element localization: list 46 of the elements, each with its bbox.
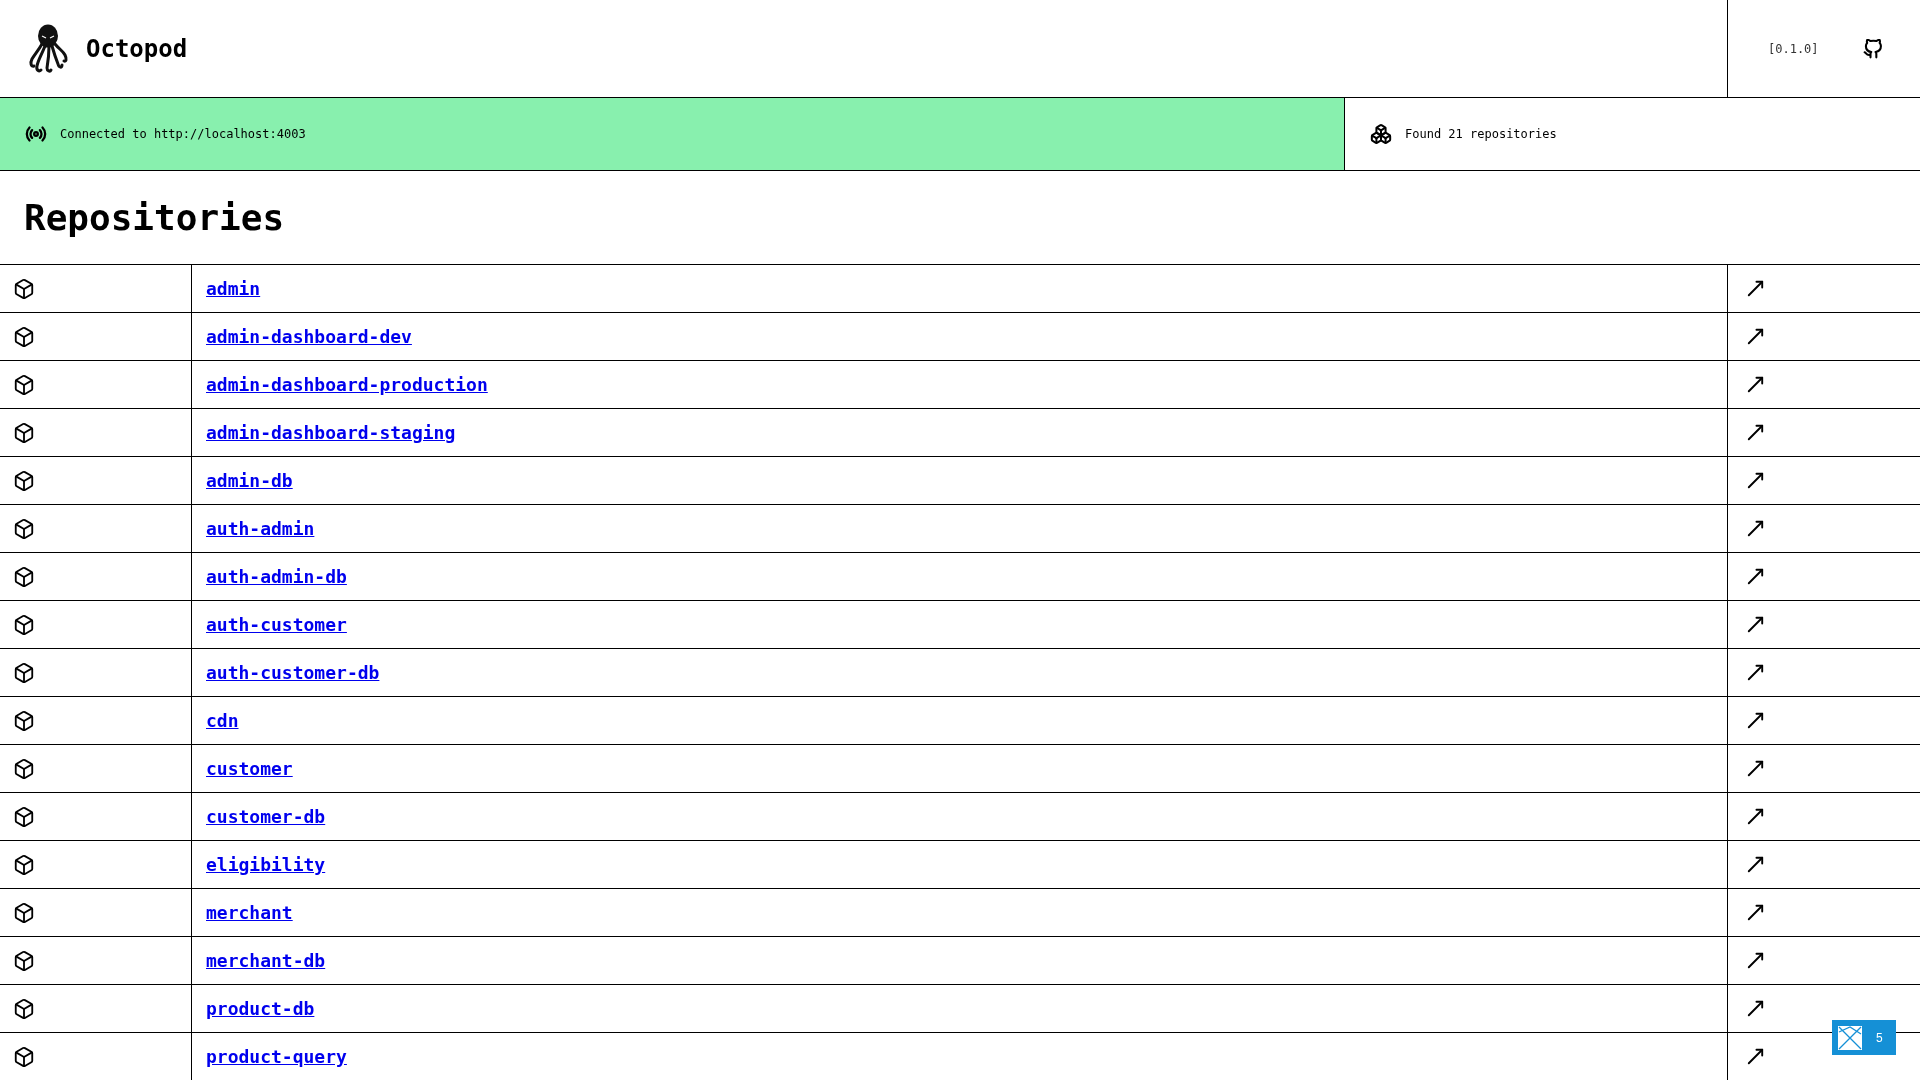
package-icon [13, 805, 35, 828]
package-icon [13, 325, 35, 348]
package-icon [13, 517, 35, 540]
package-icon [13, 709, 35, 732]
repository-link[interactable]: auth-customer [206, 611, 347, 638]
connection-text: Connected to http://localhost:4003 [60, 126, 306, 143]
notification-badge[interactable]: 5 [1832, 1020, 1896, 1055]
repository-link[interactable]: auth-admin-db [206, 563, 347, 590]
boxes-icon [1370, 123, 1392, 145]
repository-link[interactable]: cdn [206, 707, 239, 734]
package-icon [13, 997, 35, 1020]
envelope-icon [1838, 1025, 1862, 1050]
package-icon [13, 421, 35, 444]
package-icon [13, 469, 35, 492]
repository-link[interactable]: auth-admin [206, 515, 315, 542]
app-title: Octopod [86, 33, 188, 65]
repository-link[interactable]: product-query [206, 1043, 347, 1070]
repository-link[interactable]: merchant-db [206, 947, 326, 974]
repository-link[interactable]: auth-customer-db [206, 659, 380, 686]
package-icon [13, 565, 35, 588]
broadcast-icon [25, 123, 47, 145]
package-icon [13, 277, 35, 300]
package-icon [13, 757, 35, 780]
octopus-logo-icon [28, 23, 70, 74]
package-icon [13, 613, 35, 636]
package-icon [13, 1045, 35, 1068]
repository-link[interactable]: admin [206, 275, 261, 302]
repository-link[interactable]: product-db [206, 995, 315, 1022]
page-heading: Repositories [24, 195, 285, 240]
package-icon [13, 949, 35, 972]
repository-link[interactable]: admin-dashboard-production [206, 371, 488, 398]
version-label: [0.1.0] [1768, 40, 1819, 58]
repository-link[interactable]: merchant [206, 899, 293, 926]
package-icon [13, 661, 35, 684]
repository-link[interactable]: admin-dashboard-staging [206, 419, 456, 446]
repository-link[interactable]: customer [206, 755, 293, 782]
package-icon [13, 373, 35, 396]
github-icon[interactable] [1862, 38, 1883, 59]
package-icon [13, 901, 35, 924]
repository-count-text: Found 21 repositories [1405, 126, 1557, 143]
notification-count: 5 [1876, 1029, 1883, 1047]
repository-link[interactable]: admin-db [206, 467, 293, 494]
repository-link[interactable]: admin-dashboard-dev [206, 323, 412, 350]
repository-link[interactable]: eligibility [206, 851, 326, 878]
package-icon [13, 853, 35, 876]
repository-link[interactable]: customer-db [206, 803, 326, 830]
